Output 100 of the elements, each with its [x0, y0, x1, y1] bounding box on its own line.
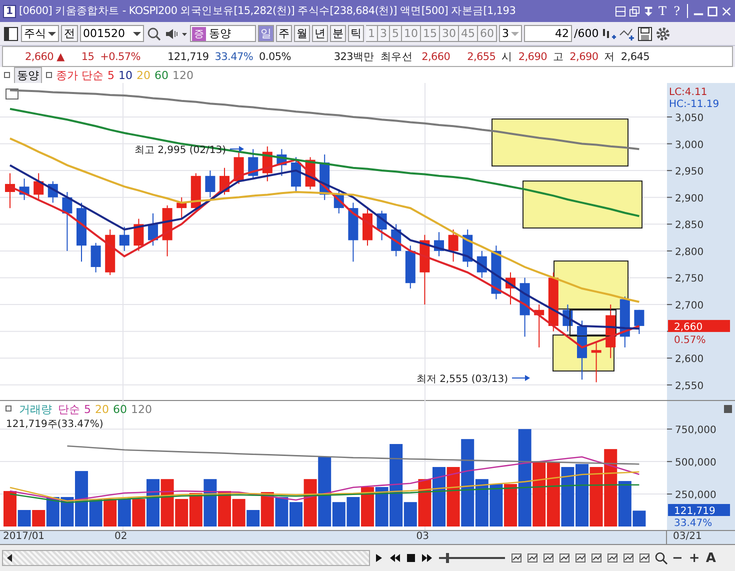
price-annotation: 최저 2,555 (03/13): [416, 374, 508, 385]
legend-label: 종가 단순: [56, 68, 104, 82]
candlestick: [562, 304, 573, 332]
candlestick: [34, 172, 44, 201]
candlestick: [506, 272, 516, 306]
pin-icon[interactable]: [642, 6, 654, 16]
zoom-button[interactable]: +: [686, 550, 702, 566]
quote-value: 33.47%: [214, 50, 254, 62]
volume-info: 121,719주(33.47%): [6, 419, 104, 430]
candlestick: [134, 218, 144, 252]
candlestick: [362, 208, 372, 246]
rewind-icon[interactable]: [388, 551, 402, 565]
candlestick: [520, 277, 530, 338]
count-field[interactable]: 42: [524, 25, 572, 42]
quote-value: 2,690: [517, 50, 548, 62]
market-dropdown[interactable]: 주식: [21, 25, 59, 42]
axis-label: 250,000: [675, 490, 716, 502]
legend-item: 5: [84, 403, 91, 416]
period-tab[interactable]: 분: [330, 25, 346, 42]
legend-item: 120: [172, 68, 194, 82]
period-tab[interactable]: 틱: [348, 25, 364, 42]
current-volume-tag: 121,719: [668, 504, 730, 517]
axis-label: 2,950: [675, 166, 704, 178]
chart-tool-icon[interactable]: [606, 551, 620, 565]
zoom-button[interactable]: A: [704, 550, 718, 566]
chart-tool-icon[interactable]: [638, 551, 652, 565]
quote-value: 0.05%: [258, 50, 292, 62]
maximize-icon[interactable]: [707, 6, 718, 16]
candlestick: [90, 242, 101, 273]
quote-value: 시: [500, 50, 514, 64]
toggle-icon[interactable]: [6, 406, 12, 412]
zoom-button[interactable]: −: [670, 550, 685, 566]
stock-label[interactable]: 동양: [14, 66, 42, 84]
window-title: [0600] 키움종합차트 - KOSPI200 외국인보유[15,282(천)] 주식수[238,684(천)] 액면[500] 자본금[1,193: [18, 4, 517, 18]
quote-value: 고: [552, 50, 565, 64]
price-change-label: 0.57%: [674, 334, 706, 346]
candlestick: [591, 342, 602, 383]
quote-value: 2,660: [420, 50, 452, 62]
annotation-arrow: [230, 146, 244, 152]
date-label: 02: [114, 531, 128, 544]
candlestick: [391, 224, 402, 257]
candlestick: [462, 229, 473, 268]
settings-icon[interactable]: [654, 26, 671, 42]
interval-dropdown[interactable]: 3: [499, 25, 522, 42]
candlestick: [291, 156, 301, 192]
candlestick: [234, 151, 244, 184]
layout-icon[interactable]: [614, 6, 626, 16]
save-icon[interactable]: [636, 26, 653, 42]
date-label: 03/21: [672, 531, 702, 544]
title-button[interactable]: ?: [672, 4, 682, 18]
legend-item: 5: [108, 68, 114, 82]
period-tab[interactable]: 주: [276, 25, 292, 42]
legend-item: 120: [131, 403, 152, 416]
chart-tool-icon[interactable]: [590, 551, 604, 565]
stop-icon[interactable]: [404, 551, 418, 565]
all-button[interactable]: 전: [61, 25, 78, 42]
candlestick: [205, 170, 216, 198]
search-icon[interactable]: [146, 26, 162, 42]
panel-icon[interactable]: [3, 26, 19, 42]
period-tab[interactable]: 년: [312, 25, 328, 42]
date-label: 03: [415, 531, 430, 544]
chart-tool-icon[interactable]: [622, 551, 636, 565]
fast-forward-icon[interactable]: [420, 551, 434, 565]
period-tab[interactable]: 월: [294, 25, 310, 42]
price-annotation: 최고 2,995 (02/13): [134, 145, 226, 156]
candlestick: [276, 148, 287, 176]
chart-tool-icon[interactable]: [510, 551, 524, 565]
chart-tool-icon[interactable]: [574, 551, 588, 565]
scroll-left-icon[interactable]: [7, 554, 12, 562]
candlestick: [176, 196, 187, 220]
volume-ratio-label: 33.47%: [674, 518, 712, 529]
chart-tool-icon[interactable]: [526, 551, 540, 565]
close-icon[interactable]: [721, 6, 732, 16]
candlestick: [420, 234, 430, 306]
candlestick: [119, 226, 130, 252]
slider-thumb[interactable]: [446, 553, 449, 563]
candlestick: [334, 188, 344, 214]
candlestick: [534, 304, 544, 348]
title-button[interactable]: T: [656, 4, 669, 18]
candlestick: [405, 245, 416, 289]
axis-label: 2,700: [675, 300, 704, 312]
legend-item: 20: [136, 68, 150, 82]
candlestick: [620, 296, 630, 348]
quote-value: 2,645: [620, 50, 650, 62]
chart-tool-icon[interactable]: [558, 551, 572, 565]
stock-name-field[interactable]: 증 동양: [190, 25, 256, 42]
code-dropdown[interactable]: 001520: [80, 25, 144, 42]
windows-icon[interactable]: [628, 6, 640, 16]
horizontal-scrollbar[interactable]: [2, 550, 370, 566]
annotation-arrow: [512, 375, 530, 381]
chart-tool-icon[interactable]: [542, 551, 556, 565]
legend-item: 10: [118, 68, 132, 82]
candlestick: [48, 180, 58, 204]
candlestick: [76, 202, 86, 262]
legend-item: 60: [113, 403, 127, 416]
candlestick: [348, 202, 358, 262]
axis-label: 2,750: [675, 274, 704, 285]
candlestick: [434, 232, 444, 257]
candlestick: [476, 250, 487, 278]
zoom-icon[interactable]: [654, 551, 668, 565]
